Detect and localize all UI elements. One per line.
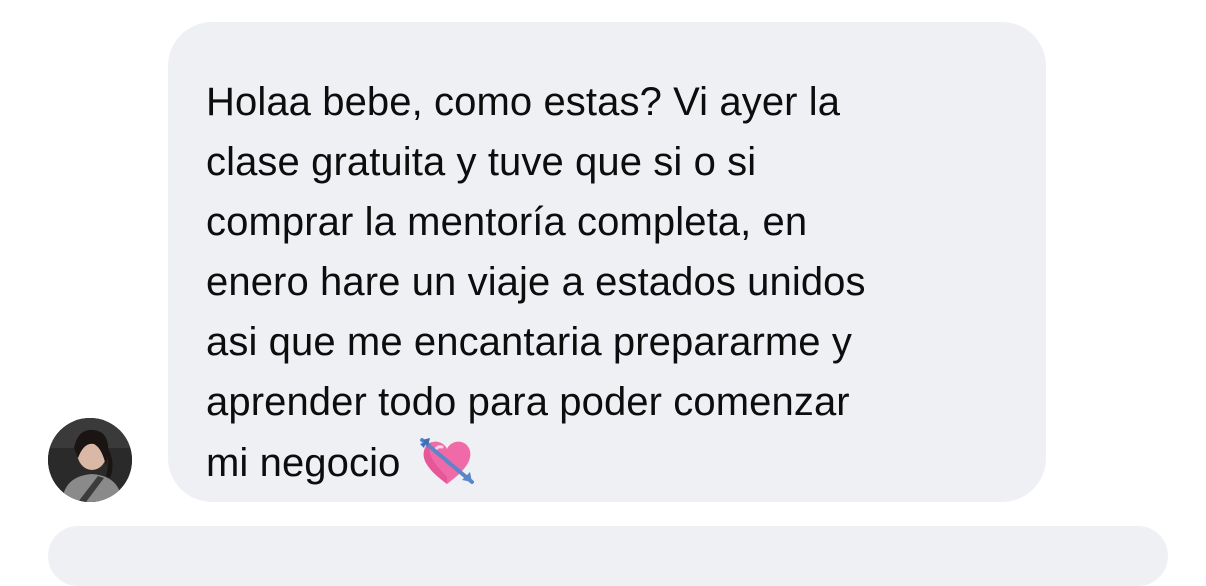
incoming-message-bubble[interactable]: Holaa bebe, como estas? Vi ayer la clase… [168, 22, 1046, 502]
next-message-bubble[interactable] [48, 526, 1168, 586]
message-line: aprender todo para poder comenzar [206, 380, 850, 424]
profile-photo [48, 418, 132, 502]
sender-avatar[interactable] [48, 418, 132, 502]
message-line: enero hare un viaje a estados unidos [206, 260, 866, 304]
message-line: comprar la mentoría completa, en [206, 200, 808, 244]
message-line-text: mi negocio [206, 441, 401, 485]
message-line: Holaa bebe, como estas? Vi ayer la [206, 80, 841, 124]
message-line-last: mi negocio [206, 432, 1016, 493]
heart-with-arrow-icon [418, 432, 476, 490]
message-text: Holaa bebe, como estas? Vi ayer la clase… [206, 72, 1016, 493]
message-line: clase gratuita y tuve que si o si [206, 140, 757, 184]
message-line: asi que me encantaria prepararme y [206, 320, 852, 364]
